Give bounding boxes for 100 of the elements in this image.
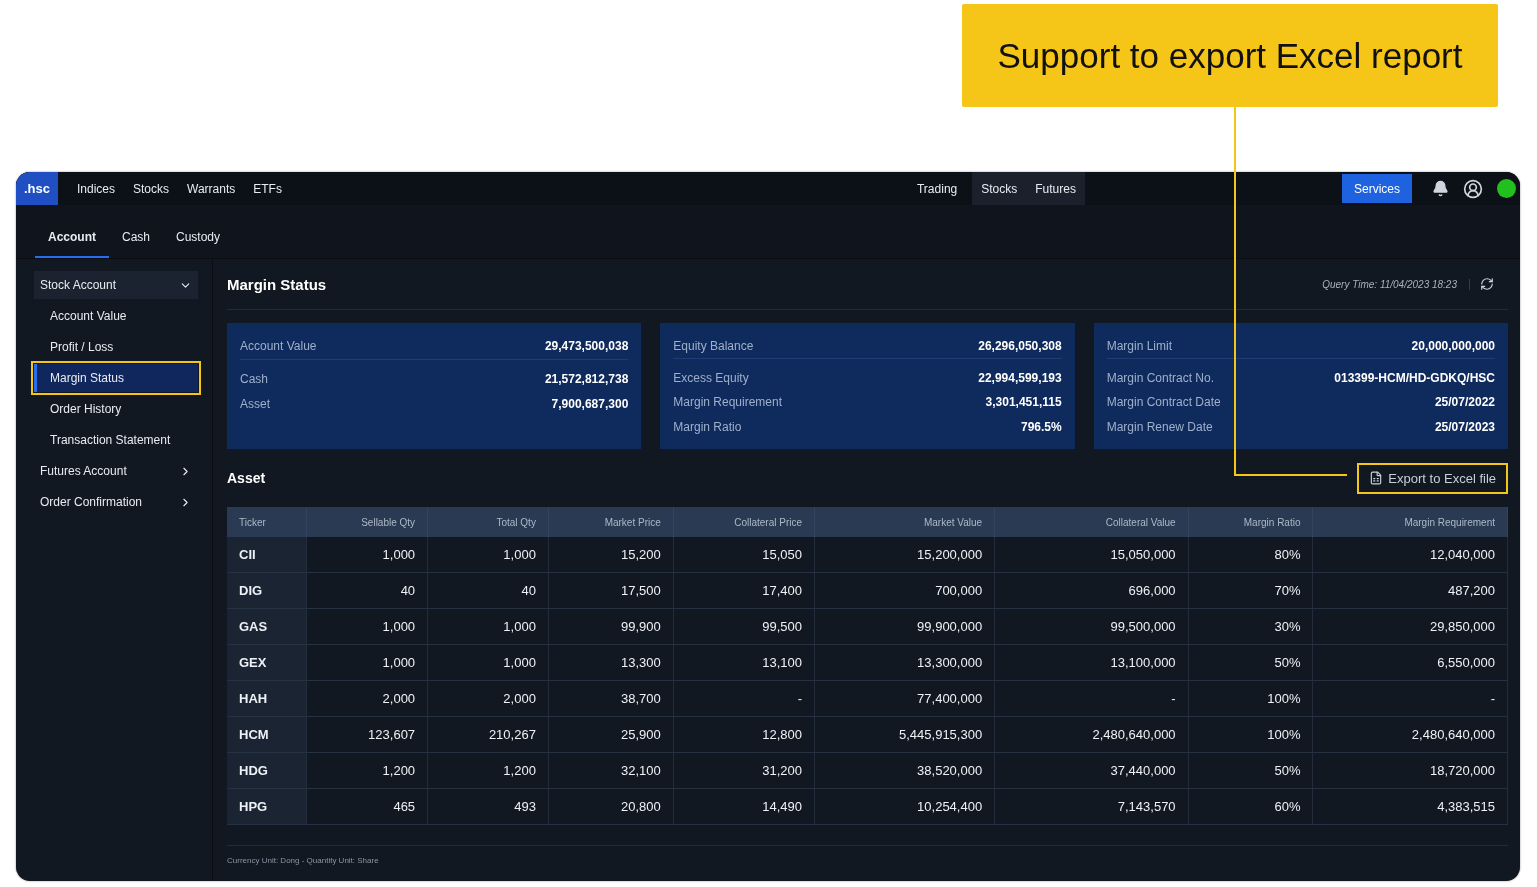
nav-link[interactable]: Stocks <box>124 181 179 196</box>
sidebar-group[interactable]: Order Confirmation <box>34 488 198 516</box>
table-cell: 1,200 <box>427 752 549 789</box>
table-cell: 25,900 <box>548 716 674 753</box>
column-header[interactable]: Market Price <box>548 507 674 537</box>
table-cell: 38,700 <box>548 680 674 717</box>
field-label: Margin Contract No. <box>1106 370 1215 385</box>
page-title: Margin Status <box>227 275 328 293</box>
table-cell: 2,000 <box>427 680 549 717</box>
segment-button[interactable]: Stocks <box>972 181 1027 196</box>
field-label: Margin Renew Date <box>1106 419 1213 434</box>
table-cell: 487,200 <box>1313 572 1508 609</box>
table-cell: 6,550,000 <box>1313 644 1508 681</box>
column-header[interactable]: Margin Requirement <box>1313 507 1508 537</box>
field-label: Account Value <box>240 339 317 353</box>
sidebar-item[interactable]: Profit / Loss <box>34 333 198 361</box>
refresh-icon[interactable] <box>1480 277 1494 291</box>
column-header[interactable]: Margin Ratio <box>1188 507 1313 537</box>
table-cell: 13,100,000 <box>994 644 1189 681</box>
sidebar-item[interactable]: Order History <box>34 395 198 423</box>
sidebar-item[interactable]: Transaction Statement <box>34 426 198 454</box>
table-cell: 1,200 <box>306 752 428 789</box>
table-cell: 10,254,400 <box>814 788 995 825</box>
table-cell: 14,490 <box>673 788 815 825</box>
table-cell: 13,300 <box>548 644 674 681</box>
sidebar-item[interactable]: Margin Status <box>34 364 198 392</box>
table-cell: 17,500 <box>548 572 674 609</box>
nav-link[interactable]: Warrants <box>178 181 245 196</box>
column-header[interactable]: Collateral Price <box>673 507 815 537</box>
table-cell: 493 <box>427 788 549 825</box>
table-cell: CII <box>227 537 307 573</box>
tab[interactable]: Cash <box>109 230 163 258</box>
field-value: 013399-HCM/HD-GDKQ/HSC <box>1334 370 1495 385</box>
nav-link[interactable]: Indices <box>68 181 125 196</box>
table-cell: 15,050,000 <box>994 537 1189 573</box>
column-header[interactable]: Total Qty <box>427 507 549 537</box>
table-cell: GAS <box>227 608 307 645</box>
field-label: Cash <box>240 371 268 386</box>
table-cell: 1,000 <box>427 644 549 681</box>
table-cell: 2,480,640,000 <box>994 716 1189 753</box>
table-cell: - <box>994 680 1189 717</box>
table-cell: HDG <box>227 752 307 789</box>
sidebar-group[interactable]: Futures Account <box>34 457 198 485</box>
column-header[interactable]: Sellable Qty <box>306 507 428 537</box>
table-cell: 37,440,000 <box>994 752 1189 789</box>
table-cell: 1,000 <box>427 537 549 573</box>
table-cell: 100% <box>1188 680 1313 717</box>
table-cell: 80% <box>1188 537 1313 573</box>
table-cell: 1,000 <box>306 608 428 645</box>
tab[interactable]: Custody <box>163 230 234 258</box>
status-dot <box>1497 179 1516 198</box>
field-value: 20,000,000,000 <box>1411 338 1495 353</box>
table-cell: 17,400 <box>673 572 815 609</box>
table-cell: 696,000 <box>994 572 1189 609</box>
column-header[interactable]: Ticker <box>227 507 307 537</box>
table-cell: 50% <box>1188 752 1313 789</box>
table-cell: 15,200 <box>548 537 674 573</box>
logo[interactable]: .hsc <box>16 172 58 205</box>
table-cell: 13,300,000 <box>814 644 995 681</box>
table-cell: HCM <box>227 716 307 753</box>
bell-icon[interactable] <box>1432 180 1449 197</box>
table-cell: 99,900 <box>548 608 674 645</box>
table-cell: 12,040,000 <box>1313 537 1508 573</box>
tab[interactable]: Account <box>35 230 109 258</box>
table-cell: 99,500 <box>673 608 815 645</box>
field-value: 7,900,687,300 <box>551 396 629 411</box>
field-value: 29,473,500,038 <box>544 339 629 353</box>
field-label: Margin Contract Date <box>1106 395 1221 410</box>
column-header[interactable]: Market Value <box>814 507 995 537</box>
table-cell: 210,267 <box>427 716 549 753</box>
export-button[interactable]: Export to Excel file <box>1359 464 1506 492</box>
section-title: Asset <box>227 470 266 486</box>
table-cell: 4,383,515 <box>1313 788 1508 825</box>
table-cell: 38,520,000 <box>814 752 995 789</box>
table-cell: 13,100 <box>673 644 815 681</box>
column-header[interactable]: Collateral Value <box>994 507 1189 537</box>
table-cell: 99,900,000 <box>814 608 995 645</box>
table-cell: 1,000 <box>306 644 428 681</box>
table-cell: 20,800 <box>548 788 674 825</box>
sidebar-group[interactable]: Stock Account <box>34 271 198 299</box>
table-cell: 12,800 <box>673 716 815 753</box>
table-cell: 1,000 <box>306 537 428 573</box>
field-value: 796.5% <box>1020 419 1062 434</box>
query-time: Query Time: 11/04/2023 18:23 <box>1322 278 1470 290</box>
table-cell: 31,200 <box>673 752 815 789</box>
field-value: 26,296,050,308 <box>978 338 1062 353</box>
user-icon[interactable] <box>1463 178 1483 199</box>
footnote: Currency Unit: Dong - Quantity Unit: Share <box>227 856 379 865</box>
segment-button[interactable]: Futures <box>1026 181 1085 196</box>
table-cell: 60% <box>1188 788 1313 825</box>
services-button[interactable]: Services <box>1342 174 1412 203</box>
table-cell: 1,000 <box>427 608 549 645</box>
table-cell: 50% <box>1188 644 1313 681</box>
nav-link[interactable]: ETFs <box>244 181 291 196</box>
table-cell: 15,050 <box>673 537 815 573</box>
nav-link[interactable]: Trading <box>908 181 967 196</box>
field-label: Asset <box>240 396 270 411</box>
sidebar-item[interactable]: Account Value <box>34 302 198 330</box>
table-cell: 29,850,000 <box>1313 608 1508 645</box>
table-cell: - <box>1313 680 1508 717</box>
